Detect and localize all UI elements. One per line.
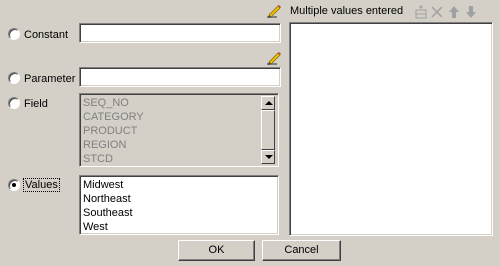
multiple-values-title: Multiple values entered bbox=[290, 5, 404, 17]
field-list[interactable]: SEQ_NO CATEGORY PRODUCT REGION STCD bbox=[79, 93, 279, 167]
field-list-item[interactable]: CATEGORY bbox=[80, 110, 278, 124]
constant-input[interactable] bbox=[79, 23, 281, 43]
arrow-up-icon bbox=[265, 101, 273, 105]
parameter-input[interactable] bbox=[79, 67, 281, 87]
constant-radio[interactable] bbox=[8, 28, 20, 40]
field-list-item[interactable]: REGION bbox=[80, 138, 278, 152]
pencil-edit-icon[interactable] bbox=[266, 50, 282, 66]
values-list-item[interactable]: Midwest bbox=[80, 178, 278, 192]
field-list-item[interactable]: PRODUCT bbox=[80, 124, 278, 138]
values-label: Values bbox=[23, 178, 60, 192]
field-label: Field bbox=[24, 98, 48, 110]
field-radio[interactable] bbox=[8, 97, 20, 109]
values-label-wrap: Values bbox=[23, 178, 60, 192]
values-list-item[interactable]: Northeast bbox=[80, 192, 278, 206]
field-list-item[interactable]: STCD bbox=[80, 152, 278, 166]
field-list-item[interactable]: SEQ_NO bbox=[80, 96, 278, 110]
scroll-up-button[interactable] bbox=[261, 96, 275, 110]
scroll-thumb[interactable] bbox=[261, 110, 275, 150]
add-row-icon[interactable] bbox=[413, 4, 429, 20]
scroll-down-button[interactable] bbox=[261, 150, 275, 164]
parameter-radio[interactable] bbox=[8, 72, 20, 84]
delete-icon[interactable] bbox=[429, 4, 445, 20]
values-radio[interactable] bbox=[8, 179, 20, 191]
arrow-down-icon bbox=[265, 155, 273, 159]
constant-label: Constant bbox=[24, 29, 69, 41]
cancel-button[interactable]: Cancel bbox=[262, 240, 341, 261]
values-list-item[interactable]: Southeast bbox=[80, 206, 278, 220]
values-list-item[interactable]: West bbox=[80, 220, 278, 234]
ok-button[interactable]: OK bbox=[178, 240, 255, 261]
move-down-icon[interactable] bbox=[463, 4, 479, 20]
move-up-icon[interactable] bbox=[446, 4, 462, 20]
parameter-label: Parameter bbox=[24, 73, 76, 85]
multiple-values-list[interactable] bbox=[289, 22, 493, 236]
pencil-edit-icon[interactable] bbox=[266, 3, 282, 19]
values-list[interactable]: Midwest Northeast Southeast West bbox=[79, 175, 279, 235]
field-list-scrollbar[interactable] bbox=[261, 96, 276, 164]
